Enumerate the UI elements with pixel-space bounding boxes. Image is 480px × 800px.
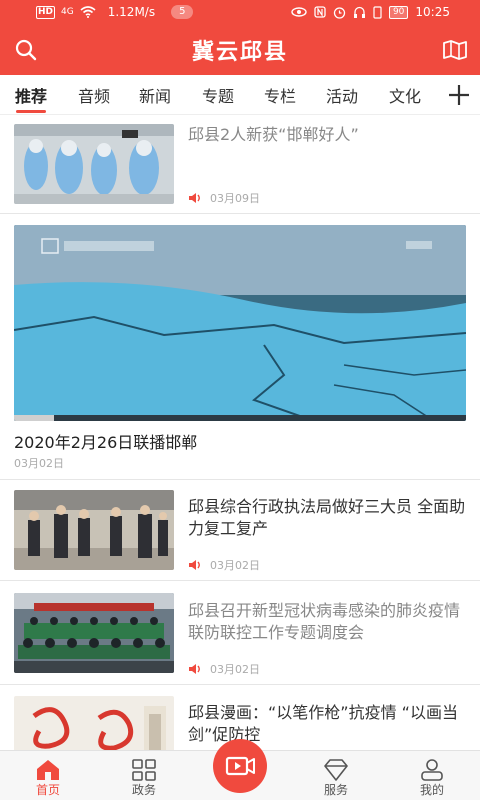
news-date: 03月09日 xyxy=(210,192,260,205)
nav-home[interactable]: 首页 xyxy=(0,751,96,800)
app-top-bar: HD 4G 1.12M/s 5 90 10:25 冀云邱县 xyxy=(0,0,480,75)
list-item[interactable]: 邱县2人新获“邯郸好人” 03月09日 xyxy=(0,116,480,214)
alarm-icon xyxy=(333,6,346,19)
clock: 10:25 xyxy=(415,5,450,19)
news-meta: 03月02日 xyxy=(188,661,260,677)
nav-label: 服务 xyxy=(323,783,348,797)
tab-topics[interactable]: 专题 xyxy=(202,83,234,107)
news-meta: 03月02日 xyxy=(188,557,260,573)
news-title: 邱县召开新型冠状病毒感染的肺炎疫情联防联控工作专题调度会 xyxy=(188,601,461,642)
home-icon xyxy=(37,760,59,780)
wifi-icon xyxy=(80,6,96,18)
phone-icon xyxy=(373,5,382,19)
news-thumbnail xyxy=(14,593,174,673)
network-speed: 1.12M/s xyxy=(107,5,156,19)
app-header: 冀云邱县 xyxy=(0,26,480,75)
nav-label: 首页 xyxy=(35,783,60,797)
video-thumbnail[interactable] xyxy=(14,225,466,421)
nav-government[interactable]: 政务 xyxy=(96,751,192,800)
list-item[interactable]: 邱县召开新型冠状病毒感染的肺炎疫情联防联控工作专题调度会 03月02日 xyxy=(0,582,480,685)
channel-tabs: 推荐 音频 新闻 专题 专栏 活动 文化 xyxy=(0,75,480,115)
news-title: 邱县2人新获“邯郸好人” xyxy=(188,125,359,144)
map-icon[interactable] xyxy=(442,39,468,61)
news-feed: 邱县2人新获“邯郸好人” 03月09日 2020年2月26日联播邯郸 03月02 xyxy=(0,116,480,750)
tab-audio[interactable]: 音频 xyxy=(78,83,110,107)
tab-columns[interactable]: 专栏 xyxy=(264,83,296,107)
app-title: 冀云邱县 xyxy=(191,40,288,65)
news-thumbnail xyxy=(14,124,174,204)
video-date: 03月02日 xyxy=(14,457,64,470)
grid-icon xyxy=(132,759,156,781)
eye-icon xyxy=(291,7,307,17)
video-item[interactable]: 2020年2月26日联播邯郸 03月02日 xyxy=(0,215,480,480)
headset-icon xyxy=(353,6,365,18)
tab-events[interactable]: 活动 xyxy=(326,83,358,107)
news-meta: 03月09日 xyxy=(188,190,260,206)
video-title: 2020年2月26日联播邯郸 xyxy=(14,433,198,452)
plus-icon[interactable] xyxy=(448,84,470,106)
tab-culture[interactable]: 文化 xyxy=(389,83,421,107)
nfc-icon xyxy=(314,6,326,18)
tab-recommend[interactable]: 推荐 xyxy=(15,83,47,107)
news-thumbnail xyxy=(14,696,174,750)
signal-indicator: 4G xyxy=(61,7,74,17)
news-thumbnail xyxy=(14,490,174,570)
video-button[interactable] xyxy=(213,739,267,793)
diamond-icon xyxy=(324,759,348,781)
nav-label: 政务 xyxy=(131,783,156,797)
status-bar: HD 4G 1.12M/s 5 90 10:25 xyxy=(0,0,480,26)
notification-count: 5 xyxy=(171,5,194,19)
video-camera-icon xyxy=(225,756,255,776)
news-title: 邱县综合行政执法局做好三大员 全面助力复工复产 xyxy=(188,497,466,538)
speaker-icon[interactable] xyxy=(188,663,202,675)
tab-news[interactable]: 新闻 xyxy=(139,83,171,107)
news-date: 03月02日 xyxy=(210,663,260,676)
nav-services[interactable]: 服务 xyxy=(288,751,384,800)
nav-label: 我的 xyxy=(419,783,444,797)
user-icon xyxy=(421,759,443,781)
speaker-icon[interactable] xyxy=(188,559,202,571)
speaker-icon[interactable] xyxy=(188,192,202,204)
news-date: 03月02日 xyxy=(210,559,260,572)
hd-indicator: HD xyxy=(36,5,56,19)
battery-level: 90 xyxy=(388,5,409,19)
bottom-navigation: 首页 政务 服务 我的 xyxy=(0,739,480,800)
list-item[interactable]: 邱县综合行政执法局做好三大员 全面助力复工复产 03月02日 xyxy=(0,480,480,581)
nav-profile[interactable]: 我的 xyxy=(384,751,480,800)
active-tab-indicator xyxy=(16,110,46,113)
